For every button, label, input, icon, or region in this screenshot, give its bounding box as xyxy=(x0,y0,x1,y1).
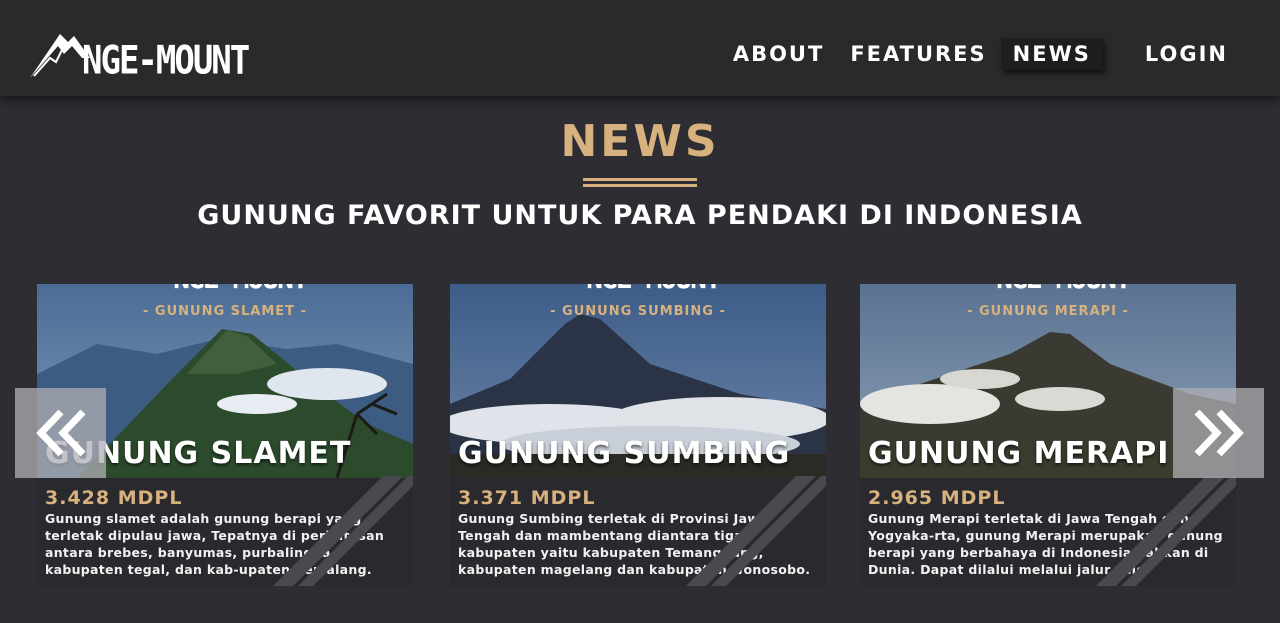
card-logo-text: NGE-MOUNT xyxy=(586,284,722,295)
card-tag: - GUNUNG MERAPI - xyxy=(967,304,1129,319)
navbar: NGE-MOUNT ABOUT FEATURES NEWS LOGIN xyxy=(0,0,1280,96)
nav-links: ABOUT FEATURES NEWS LOGIN xyxy=(719,36,1240,72)
card-logo: NGE-MOUNT xyxy=(37,284,413,295)
card-title: GUNUNG MERAPI xyxy=(868,436,1170,471)
nav-link-features[interactable]: FEATURES xyxy=(838,38,998,70)
double-chevron-left-icon xyxy=(35,409,86,457)
carousel-prev-button[interactable] xyxy=(15,388,106,478)
card-tag: - GUNUNG SUMBING - xyxy=(550,304,726,319)
card-title: GUNUNG SUMBING xyxy=(458,436,791,471)
decorative-stripes xyxy=(1096,476,1236,586)
section-subtitle: GUNUNG FAVORIT UNTUK PARA PENDAKI DI IND… xyxy=(197,200,1083,231)
card-height: 3.371 MDPL xyxy=(458,487,596,509)
nav-link-login[interactable]: LOGIN xyxy=(1133,38,1240,70)
site-logo[interactable]: NGE-MOUNT xyxy=(30,28,270,84)
card-logo-text: NGE-MOUNT xyxy=(996,284,1132,295)
title-underline xyxy=(583,178,697,187)
logo-text: NGE-MOUNT xyxy=(82,38,250,84)
decorative-stripes xyxy=(273,476,413,586)
card-logo: NGE-MOUNT xyxy=(450,284,826,295)
card-logo-text: NGE-MOUNT xyxy=(173,284,309,295)
card-logo: NGE-MOUNT xyxy=(860,284,1236,295)
carousel-next-button[interactable] xyxy=(1173,388,1264,478)
mountain-logo-icon xyxy=(30,34,90,78)
card-tag: - GUNUNG SLAMET - xyxy=(143,304,307,319)
card-height: 3.428 MDPL xyxy=(45,487,183,509)
nav-link-news[interactable]: NEWS xyxy=(1000,38,1103,70)
decorative-stripes xyxy=(686,476,826,586)
card-image: NGE-MOUNT - GUNUNG SUMBING - GUNUNG SUMB… xyxy=(450,284,826,478)
section-title: NEWS xyxy=(560,116,720,167)
nav-link-about[interactable]: ABOUT xyxy=(721,38,837,70)
double-chevron-right-icon xyxy=(1193,409,1244,457)
news-card-sumbing[interactable]: NGE-MOUNT - GUNUNG SUMBING - GUNUNG SUMB… xyxy=(450,284,826,586)
card-height: 2.965 MDPL xyxy=(868,487,1006,509)
